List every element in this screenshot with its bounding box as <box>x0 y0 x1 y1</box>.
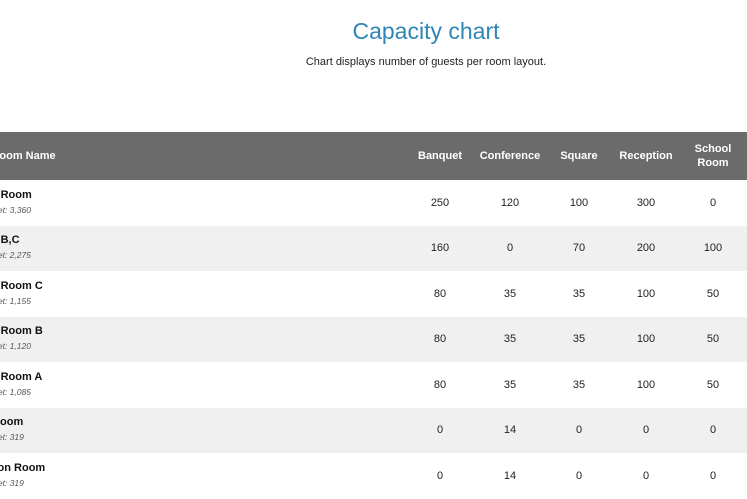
banquet-cell: 0 <box>436 424 444 437</box>
room-square-feet: re Feet: 1,085 <box>0 386 31 397</box>
square-cell: 100 <box>569 196 589 209</box>
room-square-feet: re Feet: 1,120 <box>0 341 31 352</box>
room-name: den Room <box>0 188 32 201</box>
table-row: rd Room re Feet: 319 0 14 0 0 0 <box>0 407 747 454</box>
conference-cell: 0 <box>506 242 514 255</box>
header-row: nt Room Name Banquet Conference Square R… <box>0 132 747 180</box>
room-cell: den B,C re Feet: 2,275 <box>0 226 405 272</box>
table-body: den Room re Feet: 3,360 250 120 100 300 … <box>0 180 747 499</box>
table-row: den B,C re Feet: 2,275 160 0 70 200 100 <box>0 225 747 272</box>
conference-cell: 14 <box>503 469 517 482</box>
banquet-cell: 80 <box>433 378 447 391</box>
table-header: nt Room Name Banquet Conference Square R… <box>0 132 747 180</box>
column-header-banquet: Banquet <box>418 150 462 162</box>
banquet-cell: 80 <box>433 287 447 300</box>
school-room-cell: 50 <box>706 333 720 346</box>
reception-cell: 100 <box>636 378 656 391</box>
table-row: den Room A re Feet: 1,085 80 35 35 100 5… <box>0 362 747 408</box>
column-header-label: nt Room Name <box>0 150 56 162</box>
reception-cell: 0 <box>642 424 650 437</box>
room-name: den Room B <box>0 325 43 338</box>
column-header-reception: Reception <box>619 150 673 162</box>
reception-cell: 200 <box>636 242 656 255</box>
square-cell: 35 <box>572 333 586 346</box>
conference-cell: 35 <box>503 333 517 346</box>
table-row: dleton Room re Feet: 319 0 14 0 0 0 <box>0 453 747 499</box>
banquet-cell: 250 <box>430 196 450 209</box>
capacity-table: nt Room Name Banquet Conference Square R… <box>0 132 747 499</box>
school-room-cell: 0 <box>709 469 717 482</box>
column-header-conference: Conference <box>479 150 541 162</box>
page-title: Capacity chart <box>352 18 500 44</box>
column-header-school-room: School Room <box>679 132 747 180</box>
room-cell: den Room A re Feet: 1,085 <box>0 362 405 408</box>
room-square-feet: re Feet: 319 <box>0 432 24 443</box>
room-name: den Room A <box>0 370 43 383</box>
page-subtitle: Chart displays number of guests per room… <box>305 56 547 68</box>
column-header-label: School Room <box>694 143 732 169</box>
reception-cell: 100 <box>636 287 656 300</box>
room-square-feet: re Feet: 319 <box>0 477 24 488</box>
table-row: den Room re Feet: 3,360 250 120 100 300 … <box>0 180 747 226</box>
square-cell: 0 <box>575 469 583 482</box>
school-room-cell: 100 <box>703 242 723 255</box>
conference-cell: 35 <box>503 378 517 391</box>
room-square-feet: re Feet: 1,155 <box>0 295 31 306</box>
room-name: den Room C <box>0 279 43 292</box>
square-cell: 0 <box>575 424 583 437</box>
table-row: den Room C re Feet: 1,155 80 35 35 100 5… <box>0 271 747 317</box>
room-cell: rd Room re Feet: 319 <box>0 408 405 454</box>
school-room-cell: 0 <box>709 424 717 437</box>
room-square-feet: re Feet: 3,360 <box>0 204 31 215</box>
reception-cell: 100 <box>636 333 656 346</box>
column-header-square: Square <box>560 150 598 162</box>
room-cell: den Room C re Feet: 1,155 <box>0 271 405 317</box>
conference-cell: 35 <box>503 287 517 300</box>
banquet-cell: 0 <box>436 469 444 482</box>
school-room-cell: 50 <box>706 378 720 391</box>
school-room-cell: 0 <box>709 196 717 209</box>
banquet-cell: 80 <box>433 333 447 346</box>
reception-cell: 0 <box>642 469 650 482</box>
room-name: dleton Room <box>0 461 46 474</box>
school-room-cell: 50 <box>706 287 720 300</box>
square-cell: 70 <box>572 242 586 255</box>
room-square-feet: re Feet: 2,275 <box>0 250 31 261</box>
reception-cell: 300 <box>636 196 656 209</box>
banquet-cell: 160 <box>430 242 450 255</box>
column-header-room-name: nt Room Name <box>0 132 405 180</box>
conference-cell: 14 <box>503 424 517 437</box>
room-cell: den Room re Feet: 3,360 <box>0 180 405 226</box>
square-cell: 35 <box>572 287 586 300</box>
room-cell: den Room B re Feet: 1,120 <box>0 317 405 363</box>
table-row: den Room B re Feet: 1,120 80 35 35 100 5… <box>0 316 747 363</box>
conference-cell: 120 <box>500 196 520 209</box>
room-name: rd Room <box>0 416 24 429</box>
room-name: den B,C <box>0 234 20 247</box>
room-cell: dleton Room re Feet: 319 <box>0 453 405 499</box>
square-cell: 35 <box>572 378 586 391</box>
capacity-table-container: nt Room Name Banquet Conference Square R… <box>0 132 747 499</box>
